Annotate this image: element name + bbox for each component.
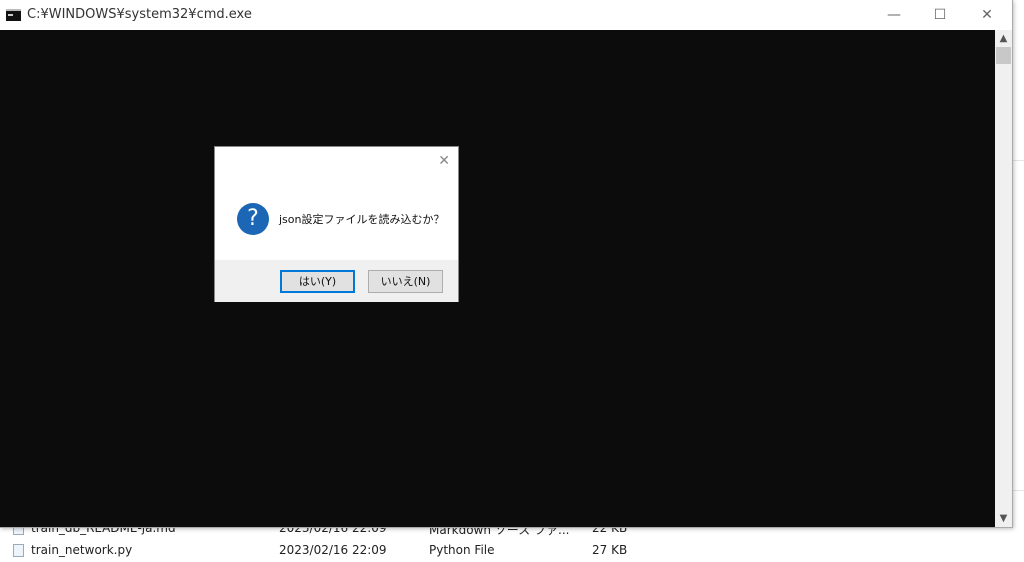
- console-output[interactable]: [0, 30, 995, 527]
- no-button[interactable]: いいえ(N): [368, 270, 443, 293]
- minimize-button[interactable]: —: [871, 0, 917, 30]
- window-title: C:¥WINDOWS¥system32¥cmd.exe: [27, 7, 252, 22]
- file-name: train_network.py: [31, 543, 133, 557]
- title-bar[interactable]: C:¥WINDOWS¥system32¥cmd.exe — ☐ ✕: [0, 0, 1012, 30]
- divider: [1013, 160, 1024, 161]
- scrollbar[interactable]: ▲ ▼: [995, 30, 1012, 527]
- scroll-up-icon[interactable]: ▲: [995, 30, 1012, 47]
- dialog-close-button[interactable]: ✕: [438, 153, 450, 169]
- scroll-down-icon[interactable]: ▼: [995, 510, 1012, 527]
- file-date: 2023/02/16 22:09: [279, 543, 387, 557]
- question-icon: ?: [237, 203, 269, 235]
- file-size: 27 KB: [592, 543, 628, 557]
- file-row[interactable]: train_network.py 2023/02/16 22:09 Python…: [0, 540, 1024, 562]
- cmd-window: C:¥WINDOWS¥system32¥cmd.exe — ☐ ✕ ▲ ▼: [0, 0, 1013, 528]
- dialog-message: json設定ファイルを読み込むか？: [279, 213, 445, 226]
- cmd-icon: [6, 9, 21, 21]
- file-type: Python File: [429, 543, 495, 557]
- dialog-footer: はい(Y) いいえ(N): [215, 260, 458, 302]
- confirm-dialog: ✕ ? json設定ファイルを読み込むか？ はい(Y) いいえ(N): [214, 146, 459, 302]
- yes-button[interactable]: はい(Y): [280, 270, 355, 293]
- close-button[interactable]: ✕: [964, 0, 1010, 30]
- divider: [1013, 490, 1024, 491]
- maximize-button[interactable]: ☐: [917, 0, 963, 30]
- scroll-thumb[interactable]: [996, 47, 1011, 64]
- python-file-icon: [13, 544, 24, 557]
